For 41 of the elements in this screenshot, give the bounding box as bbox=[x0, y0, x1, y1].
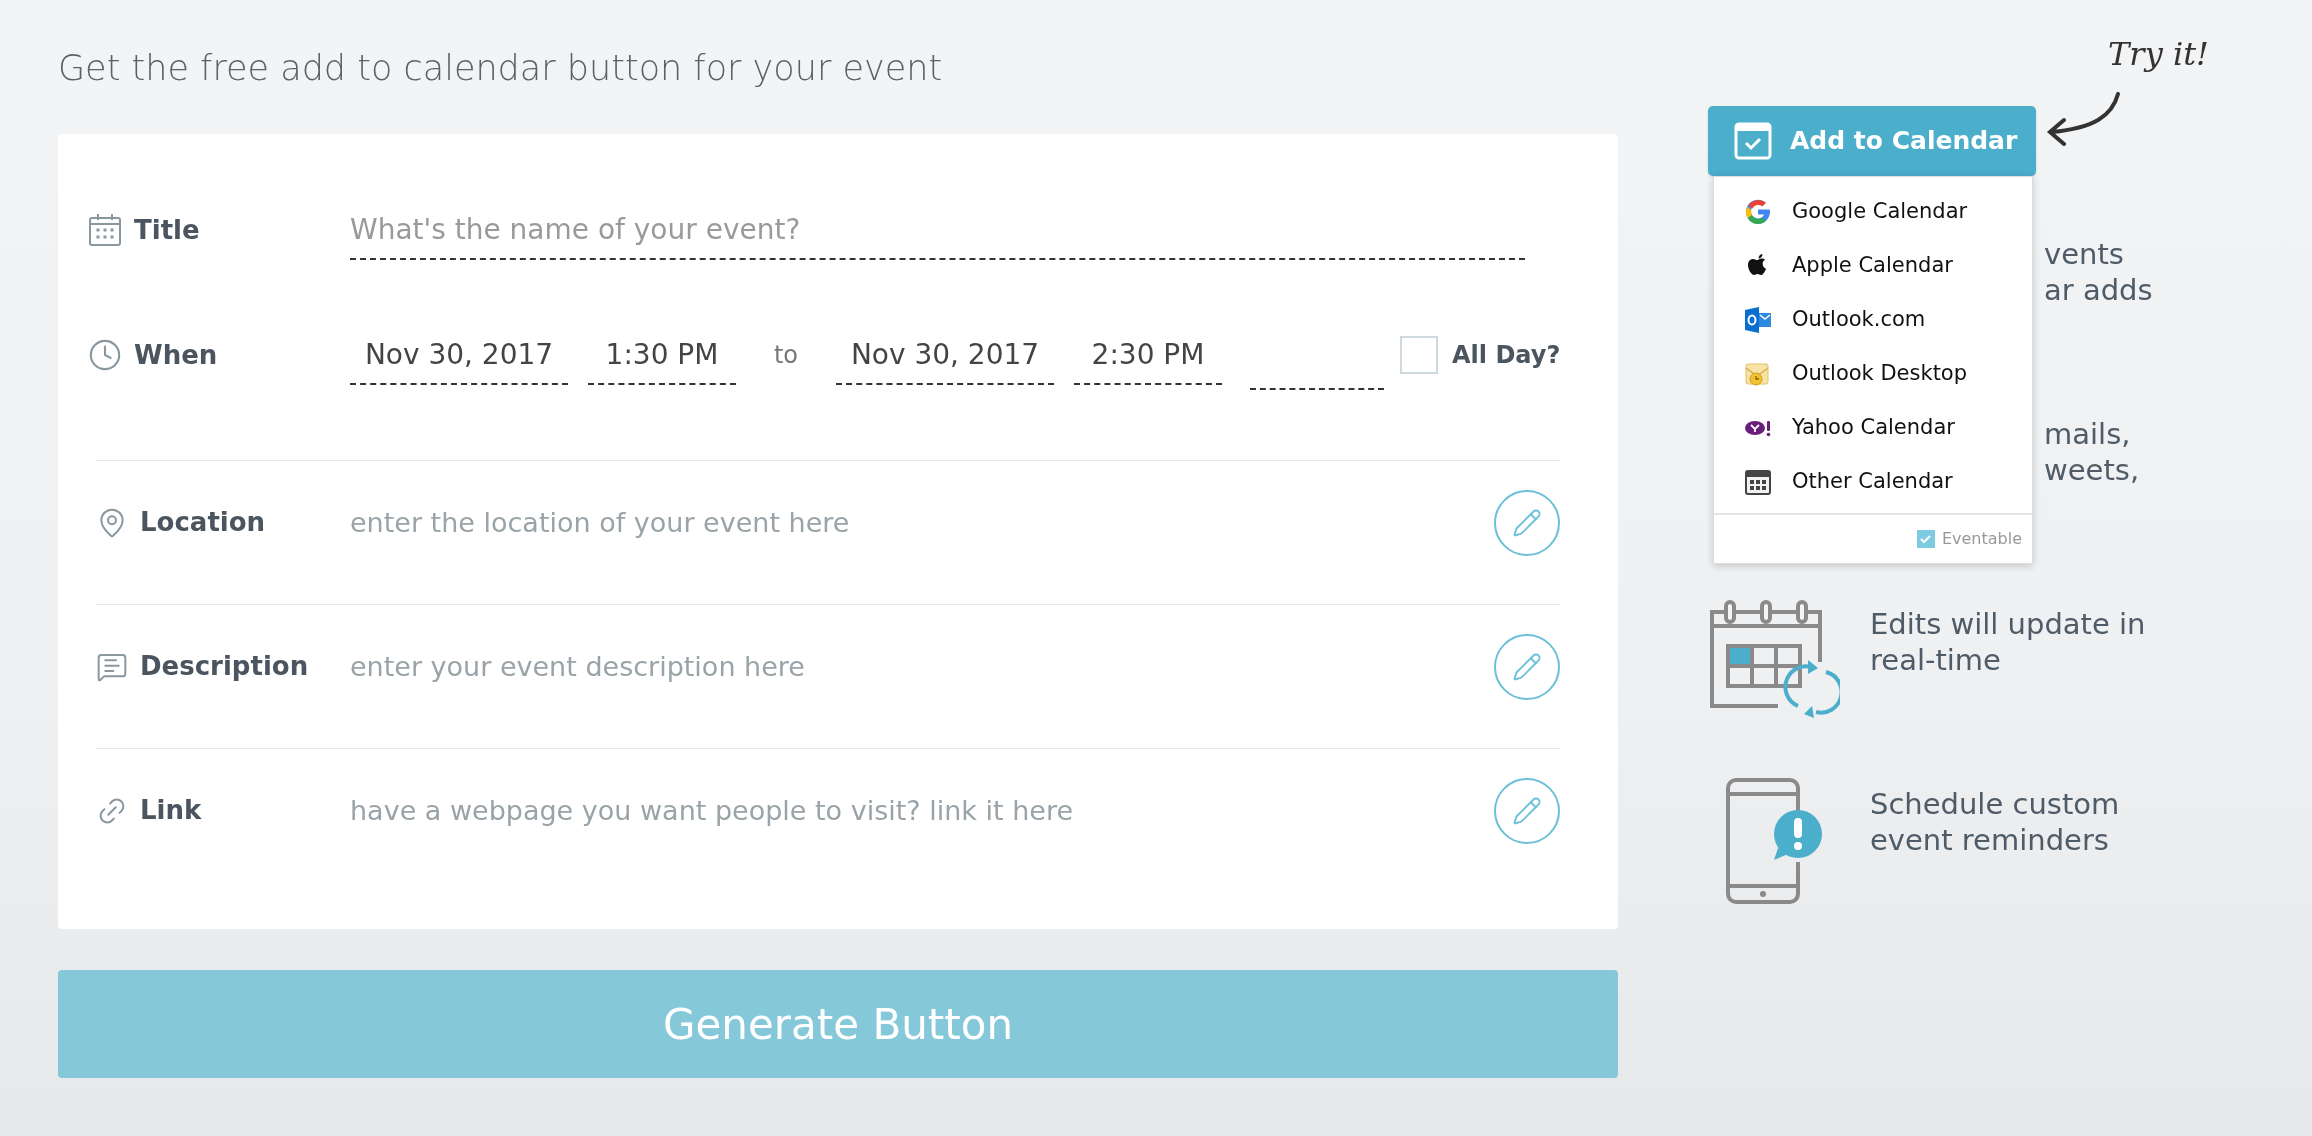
field-label: Description bbox=[140, 650, 309, 683]
feature-text: mails, bbox=[2044, 416, 2132, 452]
date-field[interactable]: Nov 30, 2017 bbox=[836, 325, 1054, 385]
calendar-option[interactable]: Yahoo Calendar bbox=[1714, 401, 2032, 455]
title-field[interactable]: What's the name of your event? bbox=[350, 200, 1525, 260]
calendar-option[interactable]: Other Calendar bbox=[1714, 455, 2032, 509]
calendar-option[interactable]: Apple Calendar bbox=[1714, 239, 2032, 293]
pencil-icon bbox=[1512, 651, 1542, 682]
outlook-icon bbox=[1742, 304, 1774, 336]
try-it-hint: Try it! bbox=[2108, 34, 2209, 75]
field-label: Title bbox=[134, 213, 200, 247]
time-field[interactable]: 2:30 PM bbox=[1074, 325, 1222, 385]
calendar-option[interactable]: Outlook Desktop bbox=[1714, 347, 2032, 401]
text-field[interactable]: enter the location of your event here bbox=[350, 494, 1494, 551]
feature-text: weets, bbox=[2044, 452, 2141, 488]
pencil-icon bbox=[1512, 507, 1542, 538]
clock-icon bbox=[88, 338, 122, 372]
calendar-option[interactable]: Google Calendar bbox=[1714, 185, 2032, 239]
date-field[interactable]: Nov 30, 2017 bbox=[350, 325, 568, 385]
page-heading: Get the free add to calendar button for your event bbox=[58, 47, 944, 90]
feature-text: Schedule custom bbox=[1870, 786, 2120, 822]
feature-text: Edits will update in bbox=[1870, 606, 2146, 642]
feature-text: event reminders bbox=[1870, 822, 2110, 858]
all-day-label: All Day? bbox=[1452, 340, 1561, 371]
calendar-check-icon bbox=[1734, 122, 1772, 160]
field-label: Location bbox=[140, 506, 266, 539]
time-field[interactable]: 1:30 PM bbox=[588, 325, 736, 385]
field-label: Link bbox=[140, 794, 202, 827]
text-field[interactable]: enter your event description here bbox=[350, 638, 1494, 695]
to-label: to bbox=[772, 340, 800, 371]
text-field[interactable]: have a webpage you want people to visit? link it here bbox=[350, 782, 1494, 839]
all-day-checkbox[interactable] bbox=[1400, 336, 1438, 374]
feature-text: real-time bbox=[1870, 642, 2002, 678]
calendar-option[interactable]: Outlook.com bbox=[1714, 293, 2032, 347]
pencil-icon bbox=[1512, 795, 1542, 826]
feature-text: vents bbox=[2044, 236, 2125, 272]
feature-text: ar adds bbox=[2044, 272, 2154, 308]
field-label: When bbox=[134, 338, 218, 372]
brand-label: Eventable bbox=[1941, 528, 2022, 550]
calendar-check-icon bbox=[1915, 529, 1936, 549]
calendar-icon bbox=[88, 213, 122, 247]
